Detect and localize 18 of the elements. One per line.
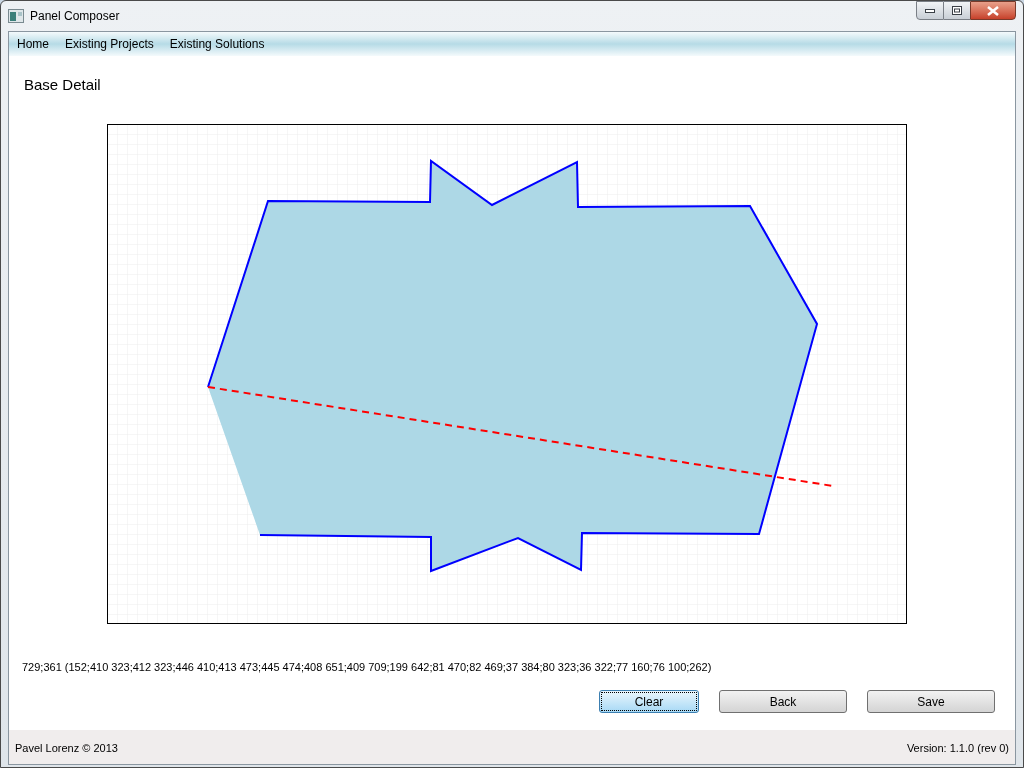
- window-title: Panel Composer: [30, 8, 120, 25]
- close-button[interactable]: [970, 1, 1016, 20]
- menu-item[interactable]: Existing Solutions: [164, 33, 270, 55]
- menu-item[interactable]: Home: [12, 33, 54, 55]
- coordinates-text: 729;361 (152;410 323;412 323;446 410;413 473;445 474;408 651;409 709;199 642;81 470;82 469;37 384;80 323;36 322;77 160;76 100;262): [22, 661, 712, 673]
- copyright-text: Pavel Lorenz © 2013: [15, 740, 118, 756]
- menu-item[interactable]: Existing Projects: [60, 33, 159, 55]
- page-title: Base Detail: [24, 76, 101, 93]
- maximize-button[interactable]: [944, 1, 970, 20]
- action-button[interactable]: Clear: [599, 690, 699, 713]
- version-text: Version: 1.1.0 (rev 0): [906, 740, 1009, 756]
- minimize-button[interactable]: [916, 1, 944, 20]
- action-button[interactable]: Back: [719, 690, 847, 713]
- maximize-icon: [952, 6, 962, 15]
- close-icon: [987, 5, 999, 16]
- action-button[interactable]: Save: [867, 690, 995, 713]
- minimize-icon: [925, 8, 935, 13]
- app-icon: [8, 9, 24, 23]
